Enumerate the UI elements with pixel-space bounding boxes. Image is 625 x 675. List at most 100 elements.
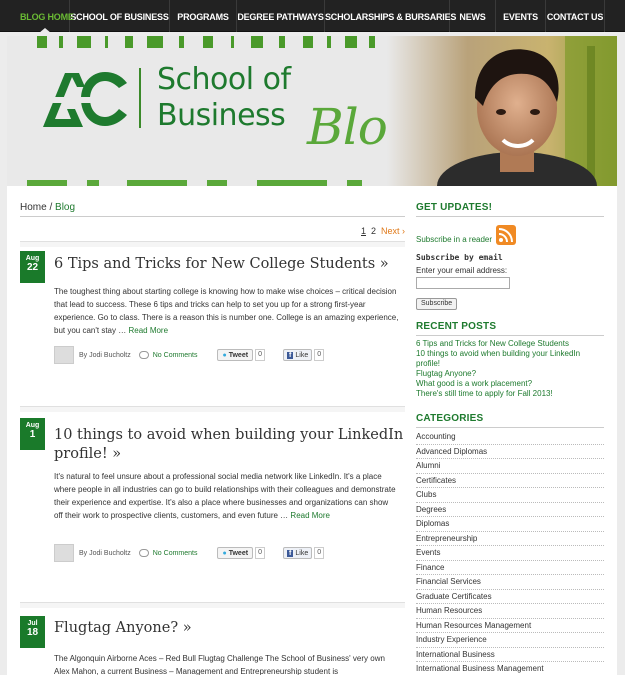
nav-degree-pathways[interactable]: DEGREE PATHWAYS bbox=[237, 0, 325, 32]
category-link[interactable]: Accounting bbox=[416, 430, 604, 445]
recent-post-link[interactable]: There's still time to apply for Fall 201… bbox=[416, 389, 604, 399]
recent-post-link[interactable]: 6 Tips and Tricks for New College Studen… bbox=[416, 339, 604, 349]
category-link[interactable]: International Business Management bbox=[416, 662, 604, 675]
facebook-like-button[interactable]: f Like bbox=[283, 547, 313, 559]
category-link[interactable]: Clubs bbox=[416, 488, 604, 503]
ac-logo bbox=[41, 69, 129, 134]
read-more-link[interactable]: Read More bbox=[290, 511, 330, 520]
page-1[interactable]: 1 bbox=[361, 226, 366, 236]
tweet-count: 0 bbox=[255, 349, 266, 361]
post-author: By Jodi Bucholtz bbox=[79, 351, 131, 359]
post-meta: By Jodi Bucholtz No Comments ● Tweet 0 f… bbox=[54, 544, 325, 562]
category-link[interactable]: Graduate Certificates bbox=[416, 590, 604, 604]
post-separator bbox=[20, 406, 405, 412]
date-badge: Aug 22 bbox=[20, 251, 45, 283]
date-month: Jul bbox=[27, 620, 38, 627]
category-link[interactable]: Events bbox=[416, 546, 604, 561]
student-photo bbox=[387, 36, 617, 186]
date-month: Aug bbox=[25, 255, 40, 262]
comments-link[interactable]: No Comments bbox=[153, 352, 198, 359]
banner-title-line1: School of bbox=[157, 62, 291, 97]
nav-news[interactable]: NEWS bbox=[450, 0, 496, 32]
category-link[interactable]: Degrees bbox=[416, 503, 604, 517]
top-navigation: BLOG HOME SCHOOL OF BUSINESS PROGRAMS DE… bbox=[0, 0, 625, 33]
tweet-label: Tweet bbox=[228, 549, 249, 557]
post-excerpt-text: The toughest thing about starting colleg… bbox=[54, 287, 399, 335]
post-excerpt-text: It's natural to feel unsure about a prof… bbox=[54, 472, 396, 520]
category-link[interactable]: Human Resources bbox=[416, 604, 604, 619]
post-meta: By Jodi Bucholtz No Comments ● Tweet 0 f… bbox=[54, 346, 325, 364]
author-avatar bbox=[54, 346, 74, 364]
category-link[interactable]: Diplomas bbox=[416, 517, 604, 532]
category-link[interactable]: International Business bbox=[416, 648, 604, 662]
banner-title-line2: Business bbox=[157, 98, 286, 133]
nav-contact-us[interactable]: CONTACT US bbox=[546, 0, 605, 32]
recent-post-link[interactable]: What good is a work placement? bbox=[416, 379, 604, 389]
nav-events[interactable]: EVENTS bbox=[496, 0, 546, 32]
post-title[interactable]: 10 things to avoid when building your Li… bbox=[54, 426, 404, 464]
tweet-button[interactable]: ● Tweet bbox=[217, 547, 254, 559]
category-link[interactable]: Advanced Diplomas bbox=[416, 445, 604, 459]
facebook-icon: f bbox=[287, 549, 294, 557]
like-label: Like bbox=[295, 549, 309, 557]
post-item: Aug 1 10 things to avoid when building y… bbox=[20, 406, 405, 606]
email-label: Enter your email address: bbox=[416, 266, 508, 275]
blog-banner[interactable]: School of Business Blog bbox=[7, 36, 617, 186]
rss-row: Subscribe in a reader bbox=[416, 223, 604, 245]
categories-list: Accounting Advanced Diplomas Alumni Cert… bbox=[416, 430, 604, 675]
facebook-like-button[interactable]: f Like bbox=[283, 349, 313, 361]
breadcrumb-home[interactable]: Home bbox=[20, 202, 47, 213]
subscribe-email-heading: Subscribe by email bbox=[416, 253, 503, 262]
post-item: Aug 22 6 Tips and Tricks for New College… bbox=[20, 241, 405, 411]
comments-link[interactable]: No Comments bbox=[153, 550, 198, 557]
page-2[interactable]: 2 bbox=[371, 226, 376, 236]
twitter-bird-icon: ● bbox=[222, 351, 227, 359]
recent-post-link[interactable]: 10 things to avoid when building your Li… bbox=[416, 349, 604, 369]
sidebar-rule bbox=[416, 335, 604, 336]
breadcrumb-separator: / bbox=[49, 202, 53, 213]
email-input[interactable] bbox=[416, 277, 510, 289]
category-link[interactable]: Human Resources Management bbox=[416, 619, 604, 633]
comment-icon bbox=[138, 351, 149, 359]
subscribe-reader-link[interactable]: Subscribe in a reader bbox=[416, 235, 492, 245]
breadcrumb-current: Blog bbox=[55, 202, 76, 213]
category-link[interactable]: Entrepreneurship bbox=[416, 532, 604, 546]
category-link[interactable]: Finance bbox=[416, 561, 604, 575]
tweet-label: Tweet bbox=[228, 351, 249, 359]
tweet-button[interactable]: ● Tweet bbox=[217, 349, 254, 361]
date-badge: Jul 18 bbox=[20, 616, 45, 648]
post-title[interactable]: 6 Tips and Tricks for New College Studen… bbox=[54, 255, 404, 274]
recent-posts-list: 6 Tips and Tricks for New College Studen… bbox=[416, 339, 604, 399]
tweet-count: 0 bbox=[255, 547, 266, 559]
date-badge: Aug 1 bbox=[20, 418, 45, 450]
nav-blog-home[interactable]: BLOG HOME bbox=[20, 0, 74, 33]
date-day: 1 bbox=[29, 429, 36, 440]
recent-posts-heading: RECENT POSTS bbox=[416, 321, 497, 332]
category-link[interactable]: Financial Services bbox=[416, 575, 604, 590]
post-excerpt: It's natural to feel unsure about a prof… bbox=[54, 470, 399, 522]
rss-icon[interactable] bbox=[496, 225, 517, 245]
categories-heading: CATEGORIES bbox=[416, 413, 484, 424]
read-more-link[interactable]: Read More bbox=[128, 326, 168, 335]
category-link[interactable]: Industry Experience bbox=[416, 633, 604, 648]
banner-divider bbox=[139, 68, 141, 128]
post-title[interactable]: Flugtag Anyone? » bbox=[54, 619, 404, 638]
post-author: By Jodi Bucholtz bbox=[79, 549, 131, 557]
next-page-link[interactable]: Next › bbox=[381, 226, 405, 236]
category-link[interactable]: Alumni bbox=[416, 459, 604, 474]
like-label: Like bbox=[295, 351, 309, 359]
twitter-bird-icon: ● bbox=[222, 549, 227, 557]
post-separator bbox=[20, 241, 405, 247]
nav-scholarships-bursaries[interactable]: SCHOLARSHIPS & BURSARIES bbox=[325, 0, 456, 32]
breadcrumb: Home / Blog bbox=[20, 202, 75, 213]
nav-programs[interactable]: PROGRAMS bbox=[170, 0, 237, 32]
recent-post-link[interactable]: Flugtag Anyone? bbox=[416, 369, 604, 379]
category-link[interactable]: Certificates bbox=[416, 474, 604, 488]
like-count: 0 bbox=[314, 349, 325, 361]
page-container: School of Business Blog Home / Blog 1 2 … bbox=[7, 36, 617, 675]
facebook-icon: f bbox=[287, 351, 294, 359]
nav-school-of-business[interactable]: SCHOOL OF BUSINESS bbox=[70, 0, 170, 32]
post-excerpt: The toughest thing about starting colleg… bbox=[54, 285, 399, 337]
date-day: 22 bbox=[26, 262, 39, 273]
subscribe-button[interactable]: Subscribe bbox=[416, 298, 458, 310]
